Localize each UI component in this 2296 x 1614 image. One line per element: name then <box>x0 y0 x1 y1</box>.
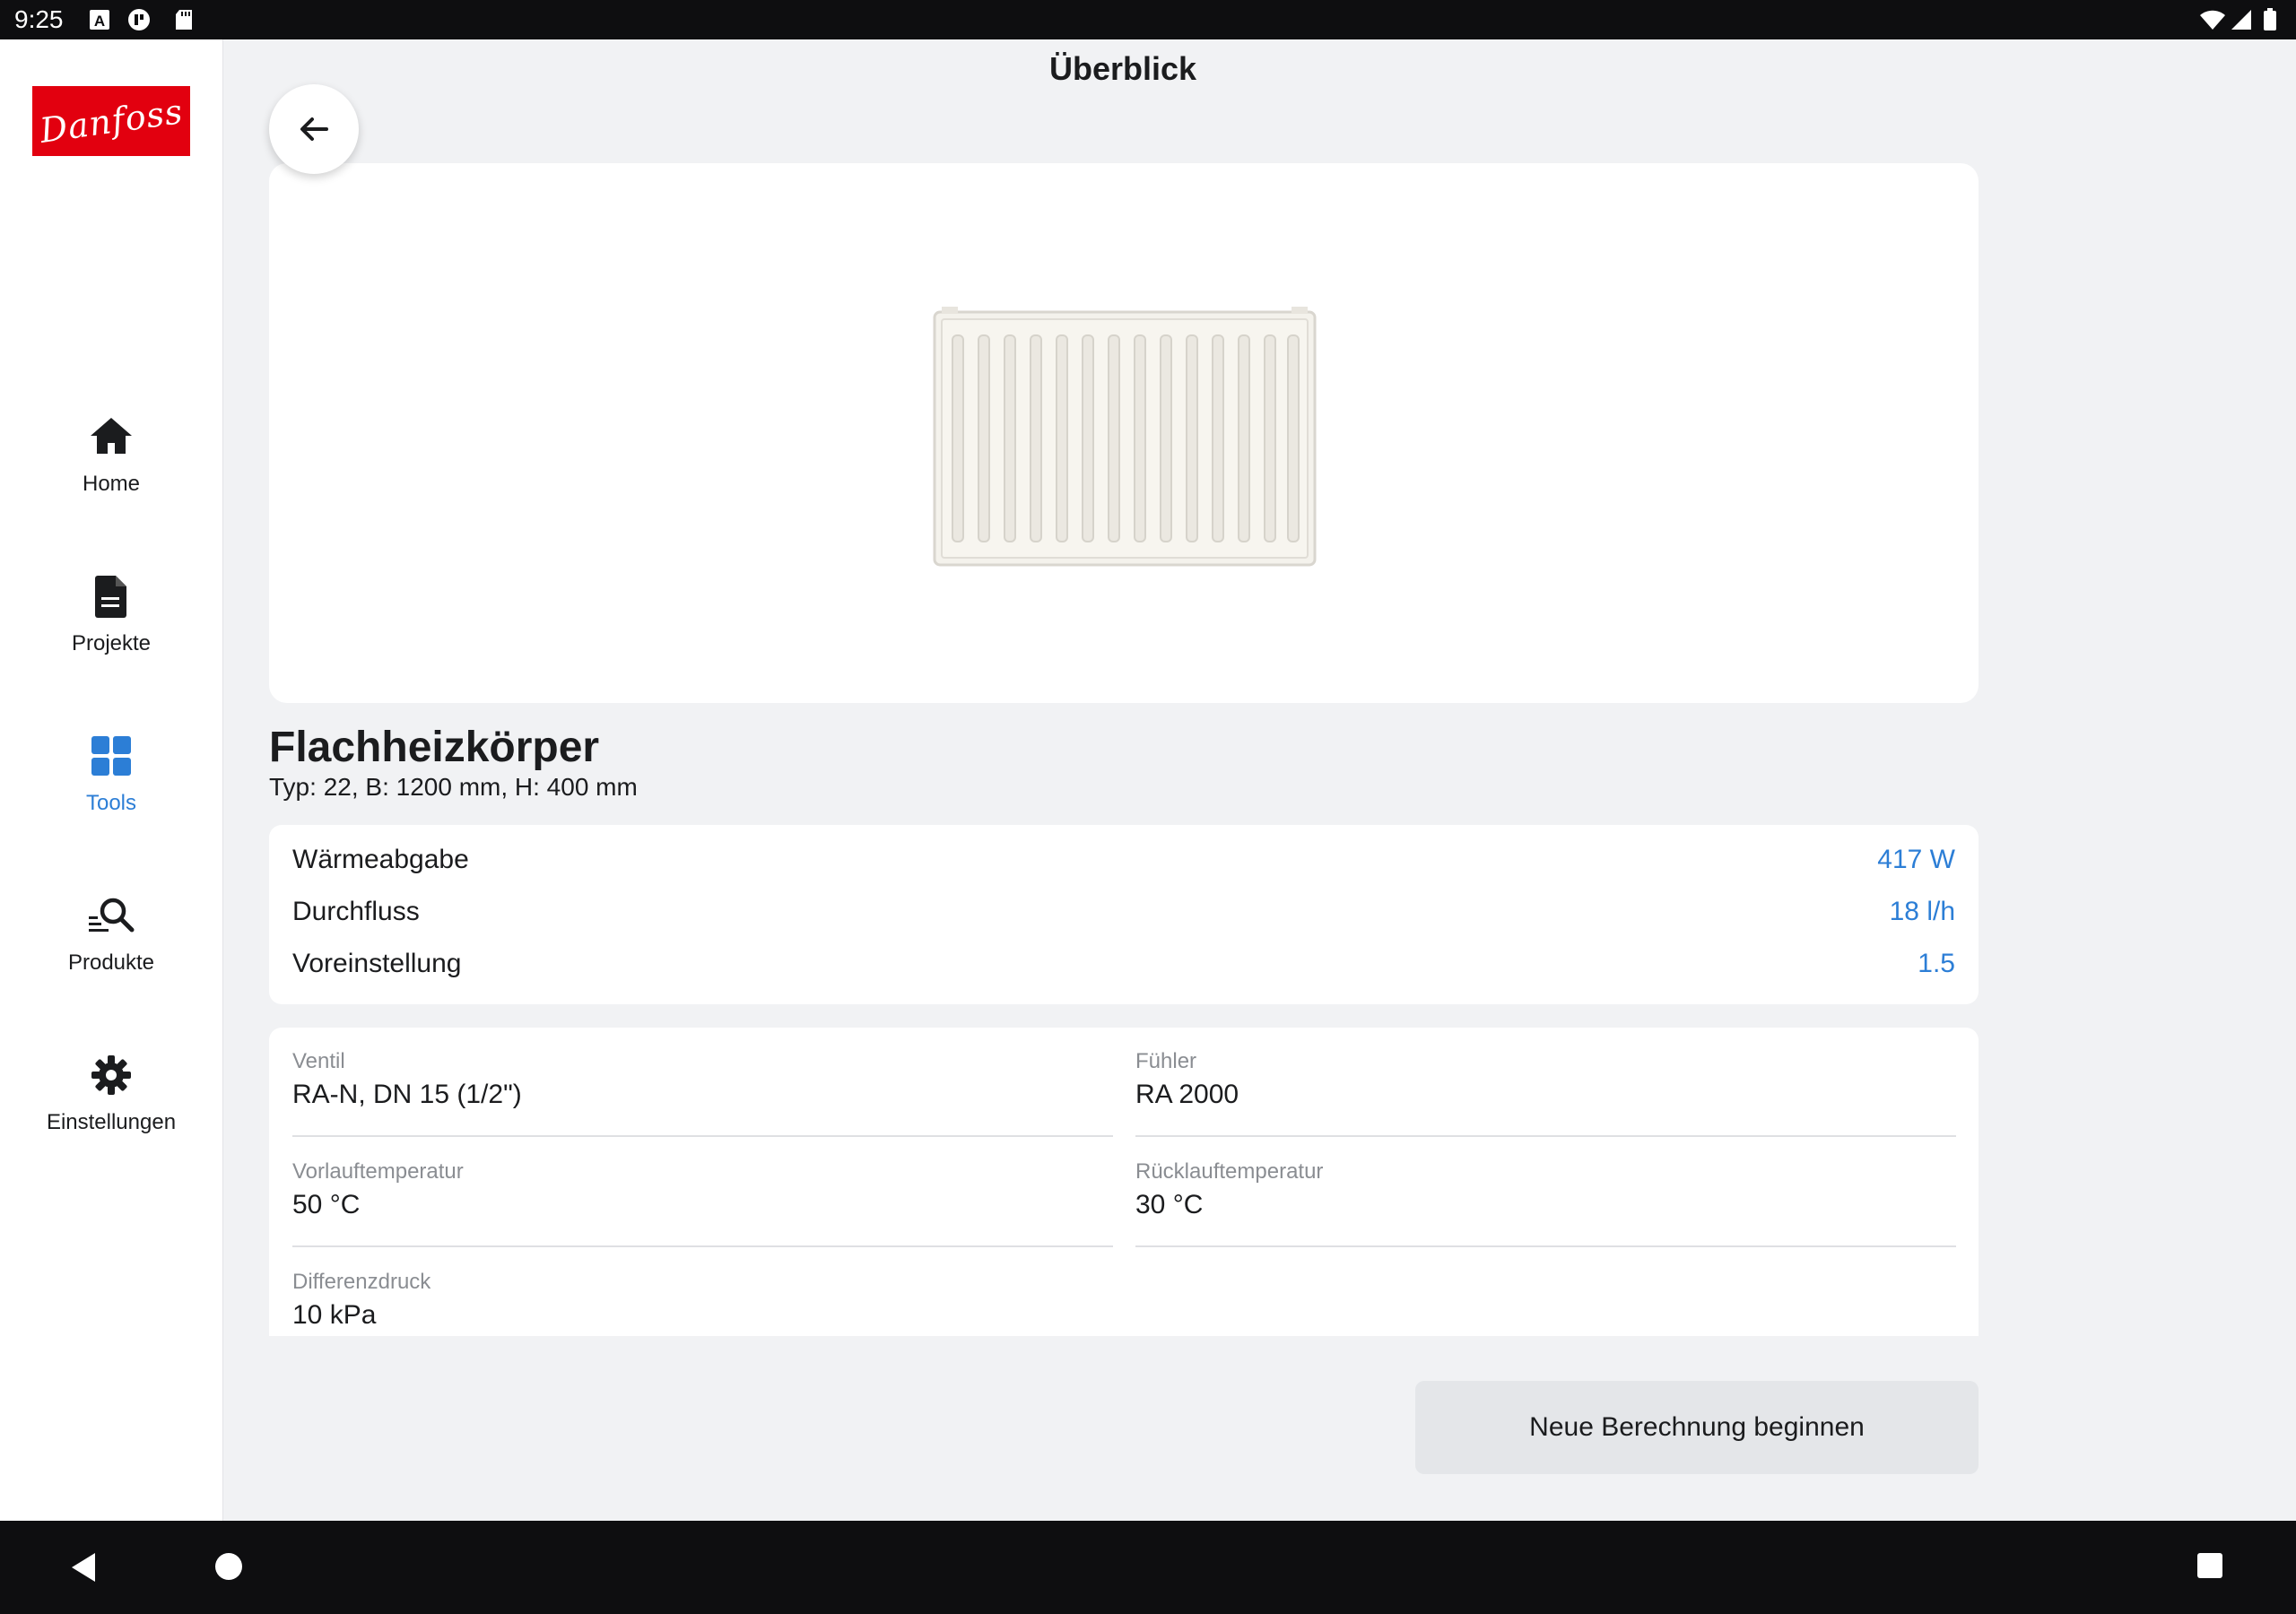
field-label: Ventil <box>292 1049 345 1073</box>
result-row-waermeabgabe: Wärmeabgabe 417 W <box>292 834 1955 886</box>
sidebar-item-label: Tools <box>85 791 137 815</box>
field-value: 30 °C <box>1135 1190 1204 1219</box>
sidebar-item-projekte[interactable]: Projekte <box>0 570 222 678</box>
nav-home-icon[interactable] <box>213 1551 244 1582</box>
result-row-voreinstellung: Voreinstellung 1.5 <box>292 938 1955 990</box>
status-time: 9:25 <box>14 5 64 33</box>
radiator-image <box>933 307 1317 567</box>
sidebar-item-home[interactable]: Home <box>0 411 222 518</box>
logo-text: Danfoss <box>37 91 186 151</box>
status-bar: 9:25 A <box>0 0 2296 39</box>
result-label: Voreinstellung <box>292 949 462 978</box>
home-icon <box>91 418 132 454</box>
result-label: Wärmeabgabe <box>292 845 469 874</box>
result-value: 417 W <box>1877 845 1955 874</box>
result-row-durchfluss: Durchfluss 18 l/h <box>292 886 1955 938</box>
danfoss-logo: Danfoss <box>32 86 190 156</box>
sidebar-item-tools[interactable]: Tools <box>0 730 222 837</box>
field-label: Differenzdruck <box>292 1270 431 1294</box>
field-label: Rücklauftemperatur <box>1135 1159 1324 1184</box>
nav-back-icon[interactable] <box>68 1551 99 1584</box>
result-value: 18 l/h <box>1889 897 1955 926</box>
sidebar-item-label: Projekte <box>71 631 152 655</box>
sd-card-icon <box>176 10 192 30</box>
wifi-icon <box>2200 10 2225 30</box>
svg-text:A: A <box>94 13 105 30</box>
back-button[interactable] <box>269 84 359 174</box>
vorlauftemperatur-field[interactable]: Vorlauftemperatur 50 °C <box>292 1138 1113 1247</box>
field-value: 10 kPa <box>292 1300 377 1330</box>
sidebar: Danfoss Home Projekte Tools Produkte Ein… <box>0 39 223 1521</box>
result-label: Durchfluss <box>292 897 420 926</box>
search-list-icon <box>89 898 135 933</box>
gear-icon <box>91 1055 131 1095</box>
field-value: 50 °C <box>292 1190 361 1219</box>
keyboard-a-icon: A <box>90 10 109 30</box>
differenzdruck-field[interactable]: Differenzdruck 10 kPa <box>292 1248 1113 1336</box>
field-value: RA 2000 <box>1135 1080 1239 1109</box>
sidebar-item-einstellungen[interactable]: Einstellungen <box>0 1049 222 1157</box>
page-title: Überblick <box>1048 50 1197 87</box>
arrow-left-icon <box>300 117 328 141</box>
grid-icon <box>91 736 131 776</box>
app-notification-icon <box>128 9 150 30</box>
ruecklauftemperatur-field[interactable]: Rücklauftemperatur 30 °C <box>1135 1138 1956 1247</box>
field-divider <box>1135 1135 1956 1137</box>
new-calculation-button[interactable]: Neue Berechnung beginnen <box>1415 1381 1979 1474</box>
result-value: 1.5 <box>1918 949 1955 978</box>
document-icon <box>95 576 126 618</box>
fuehler-field[interactable]: Fühler RA 2000 <box>1135 1028 1956 1137</box>
results-card: Wärmeabgabe 417 W Durchfluss 18 l/h Vore… <box>269 825 1979 1004</box>
field-label: Fühler <box>1135 1049 1197 1073</box>
product-subtitle: Typ: 22, B: 1200 mm, H: 400 mm <box>269 773 638 801</box>
sidebar-item-label: Einstellungen <box>46 1110 177 1134</box>
field-value: RA-N, DN 15 (1/2") <box>292 1080 522 1109</box>
sidebar-item-label: Produkte <box>67 950 155 975</box>
field-divider <box>292 1245 1113 1247</box>
sidebar-item-produkte[interactable]: Produkte <box>0 889 222 997</box>
cell-signal-icon <box>2231 10 2251 30</box>
sidebar-item-label: Home <box>82 472 141 496</box>
parameters-card: Ventil RA-N, DN 15 (1/2") Fühler RA 2000… <box>269 1028 1979 1336</box>
product-image-card <box>269 163 1979 703</box>
nav-recents-icon[interactable] <box>2196 1551 2224 1580</box>
system-navigation-bar <box>0 1521 2296 1614</box>
field-divider <box>1135 1245 1956 1247</box>
battery-icon <box>2264 8 2276 30</box>
field-label: Vorlauftemperatur <box>292 1159 464 1184</box>
product-title: Flachheizkörper <box>269 724 600 771</box>
field-divider <box>292 1135 1113 1137</box>
ventil-field[interactable]: Ventil RA-N, DN 15 (1/2") <box>292 1028 1113 1137</box>
